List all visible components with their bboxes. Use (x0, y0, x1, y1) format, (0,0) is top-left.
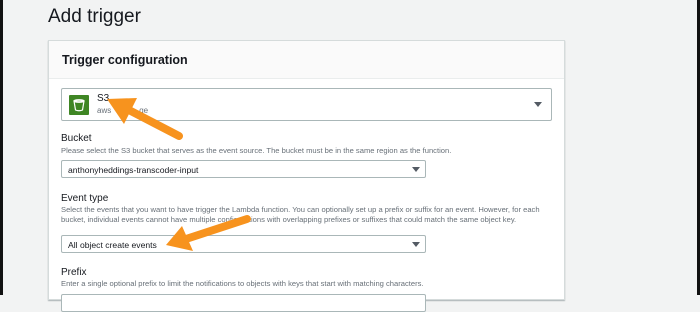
service-subtitle-tail: ge (139, 106, 149, 115)
bucket-description: Please select the S3 bucket that serves … (61, 146, 452, 155)
s3-bucket-icon (69, 95, 89, 115)
trigger-configuration-panel: Trigger configuration S3 aws ge Bucket Pl… (48, 40, 565, 312)
prefix-label: Prefix (61, 267, 87, 278)
screen-frame: Add trigger Trigger configuration S3 aws… (0, 0, 700, 312)
bucket-select[interactable]: anthonyheddings-transcoder-input (61, 160, 426, 178)
panel-title: Trigger configuration (62, 53, 188, 67)
event-type-select-value: All object create events (68, 240, 157, 250)
prefix-description: Enter a single optional prefix to limit … (61, 279, 424, 288)
page-title: Add trigger (48, 6, 141, 27)
service-subtitle-start: aws (97, 106, 112, 115)
service-subtitle: aws ge (97, 106, 148, 115)
bucket-label: Bucket (61, 133, 92, 144)
chevron-down-icon[interactable] (534, 102, 542, 107)
trigger-service-select[interactable]: S3 aws ge (61, 88, 552, 121)
chevron-down-icon[interactable] (412, 167, 420, 172)
panel-header: Trigger configuration (49, 41, 564, 79)
event-type-label: Event type (61, 193, 109, 204)
chevron-down-icon[interactable] (412, 242, 420, 247)
event-type-description: Select the events that you want to have … (61, 205, 540, 224)
service-name: S3 (97, 93, 110, 104)
bucket-select-value: anthonyheddings-transcoder-input (68, 165, 199, 175)
prefix-input[interactable] (61, 294, 426, 312)
event-type-select[interactable]: All object create events (61, 235, 426, 253)
